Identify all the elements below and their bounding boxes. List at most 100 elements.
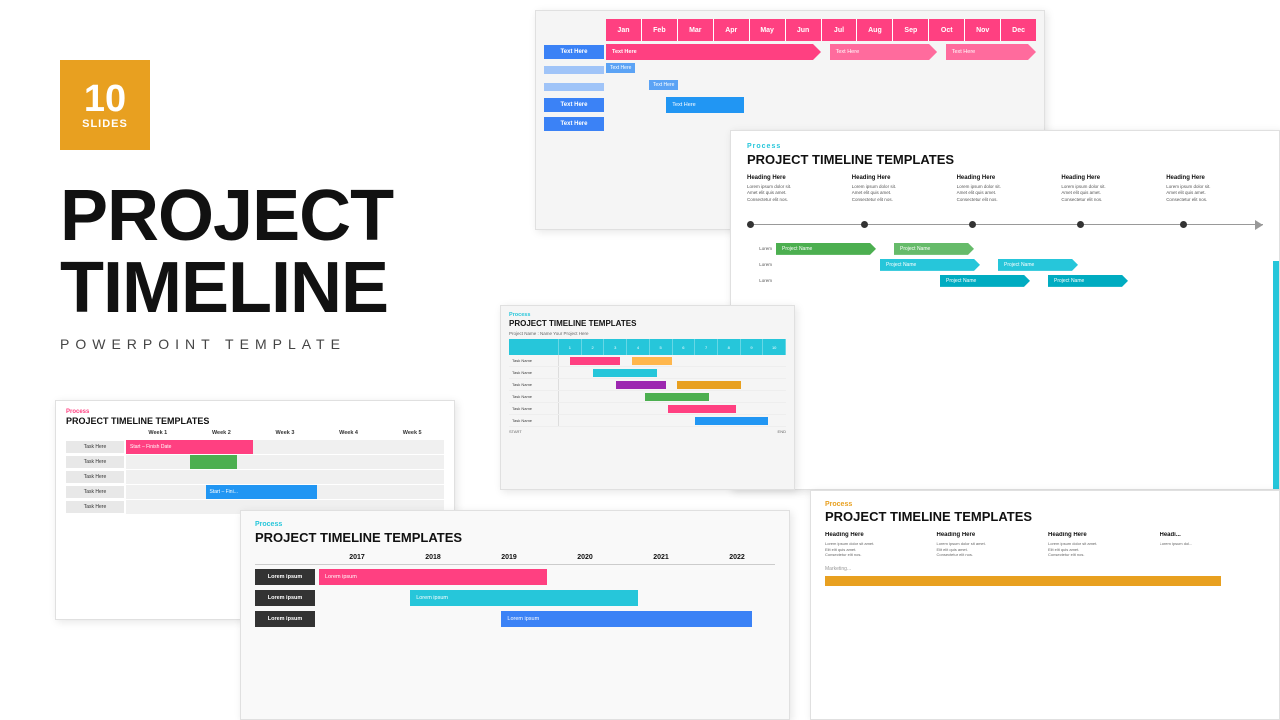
s2-cyan-bar-1: Project Name [880,259,980,271]
slide-preview-2[interactable]: Process PROJECT TIMELINE TEMPLATES Headi… [730,130,1280,490]
s2-bars-area: Lorem Project Name Project Name Lorem Pr… [731,243,1279,287]
s5-subtitle: Project Name : Name Your Project Here [501,331,794,339]
s1-month-jan: Jan [606,19,642,41]
s4-row-2: Lorem ipsum Lorem ipsum [255,590,775,606]
s2-arrow [1255,220,1263,230]
s5-header-row: 1 2 3 4 5 6 7 8 9 10 [509,339,786,355]
s5-task-row-4: Task Name [509,391,786,403]
s1-label-3 [544,83,604,91]
slide-preview-5[interactable]: Process PROJECT TIMELINE TEMPLATES Proje… [500,305,795,490]
title-line2: TIMELINE [60,252,450,324]
title-line1: PROJECT [60,180,450,252]
s3-task-row-4: Task Here Start – Fini... [66,485,444,499]
s3-task-row-2: Task Here [66,455,444,469]
s1-bar-1c: Text Here [946,44,1036,60]
s1-month-jul: Jul [822,19,858,41]
s2-bar-row-2: Lorem Project Name Project Name [747,259,1263,271]
s1-label-4: Text Here [544,98,604,112]
s6-bar-area: Marketing... [811,558,1279,592]
s5-task-row-3: Task Name [509,379,786,391]
s2-green-bar-2: Project Name [894,243,974,255]
s2-cyan-bar-2: Project Name [998,259,1078,271]
s2-timeline [747,215,1263,235]
badge-text: SLIDES [82,118,128,130]
s5-process-label: Process [501,306,794,319]
s1-month-dec: Dec [1001,19,1036,41]
s1-row-2: Text Here [544,63,1036,77]
s4-process-label: Process [241,511,789,530]
slide-preview-4[interactable]: Process PROJECT TIMELINE TEMPLATES 2017 … [240,510,790,720]
s3-process-label: Process [56,401,454,416]
s1-month-sep: Sep [893,19,929,41]
s1-label-5: Text Here [544,117,604,131]
s4-bar-rows: Lorem ipsum Lorem ipsum Lorem ipsum Lore… [241,569,789,627]
s2-dot-2 [861,221,868,228]
s1-row-4: Text Here Text Here [544,97,1036,113]
s5-footer: START END [501,427,794,436]
badge-number: 10 [84,80,126,118]
s1-month-may: May [750,19,786,41]
s6-col-4: Headi... Lorem ipsum dol... [1160,532,1266,558]
s1-month-nov: Nov [965,19,1001,41]
s1-bar-1b: Text Here [830,44,938,60]
s1-row-3: Text Here [544,80,1036,94]
s1-month-feb: Feb [642,19,678,41]
s6-orange-bar [825,576,1221,586]
s4-years-header: 2017 2018 2019 2020 2021 2022 [255,551,775,565]
s2-col-1: Heading Here Lorem ipsum dolor sit.Amet … [747,175,844,203]
s2-green-bar-1: Project Name [776,243,876,255]
s1-month-jun: Jun [786,19,822,41]
s5-task-row-1: Task Name [509,355,786,367]
s2-bar-row-1: Lorem Project Name Project Name [747,243,1263,255]
s2-right-strip [1273,261,1279,490]
s5-end-label: END [778,429,786,434]
s2-columns: Heading Here Lorem ipsum dolor sit.Amet … [731,175,1279,203]
s6-col-3: Heading Here Lorem ipsum dolor sit amet.… [1048,532,1154,558]
s3-weeks-header: Week 1 Week 2 Week 3 Week 4 Week 5 [126,430,444,439]
s3-title: PROJECT TIMELINE TEMPLATES [56,416,454,430]
s4-row-3: Lorem ipsum Lorem ipsum [255,611,775,627]
s2-dot-4 [1077,221,1084,228]
s5-task-row-5: Task Name [509,403,786,415]
s2-col-3: Heading Here Lorem ipsum dolor sit.Amet … [957,175,1054,203]
slide-preview-6[interactable]: Process PROJECT TIMELINE TEMPLATES Headi… [810,490,1280,720]
s6-columns: Heading Here Lorem ipsum dolor sit amet.… [811,532,1279,558]
main-title: PROJECT TIMELINE [60,180,450,324]
s4-row-1: Lorem ipsum Lorem ipsum [255,569,775,585]
s2-dot-5 [1180,221,1187,228]
s1-month-oct: Oct [929,19,965,41]
s2-title: PROJECT TIMELINE TEMPLATES [731,152,1279,175]
s1-month-mar: Mar [678,19,714,41]
s2-col-5: Heading Here Lorem ipsum dolor sit.Amet … [1166,175,1263,203]
s1-month-header: Jan Feb Mar Apr May Jun Jul Aug Sep Oct … [606,19,1036,41]
s5-gantt-grid: 1 2 3 4 5 6 7 8 9 10 Task Name Task Name [509,339,786,427]
s2-process-label: Process [731,131,1279,152]
s2-dot-3 [969,221,976,228]
s1-small-1: Text Here [606,63,635,73]
s1-label-1: Text Here [544,45,604,59]
s2-teal-bar-1: Project Name [940,275,1030,287]
s1-month-apr: Apr [714,19,750,41]
s2-teal-bar-2: Project Name [1048,275,1128,287]
s6-process-label: Process [811,491,1279,509]
s6-title: PROJECT TIMELINE TEMPLATES [811,509,1279,532]
s1-small-2: Text Here [649,80,678,90]
s5-title: PROJECT TIMELINE TEMPLATES [501,319,794,331]
s2-bar-row-3: Lorem Project Name Project Name [747,275,1263,287]
s2-col-4: Heading Here Lorem ipsum dolor sit.Amet … [1061,175,1158,203]
s1-row-1: Text Here Text Here Text Here Text Here [544,44,1036,60]
s6-timeline-bar-container [825,574,1265,588]
s1-bar-1a: Text Here [606,44,821,60]
subtitle: POWERPOINT TEMPLATE [60,336,450,352]
s1-month-aug: Aug [857,19,893,41]
badge: 10 SLIDES [60,60,150,150]
s2-dot-1 [747,221,754,228]
s3-task-row-3: Task Here [66,470,444,484]
s5-start-label: START [509,429,522,434]
s2-col-2: Heading Here Lorem ipsum dolor sit.Amet … [852,175,949,203]
s3-task-row-1: Task Here Start – Finish Date [66,440,444,454]
s6-col-1: Heading Here Lorem ipsum dolor sit amet.… [825,532,931,558]
s1-label-2 [544,66,604,74]
s5-task-row-2: Task Name [509,367,786,379]
s5-task-row-6: Task Name [509,415,786,427]
